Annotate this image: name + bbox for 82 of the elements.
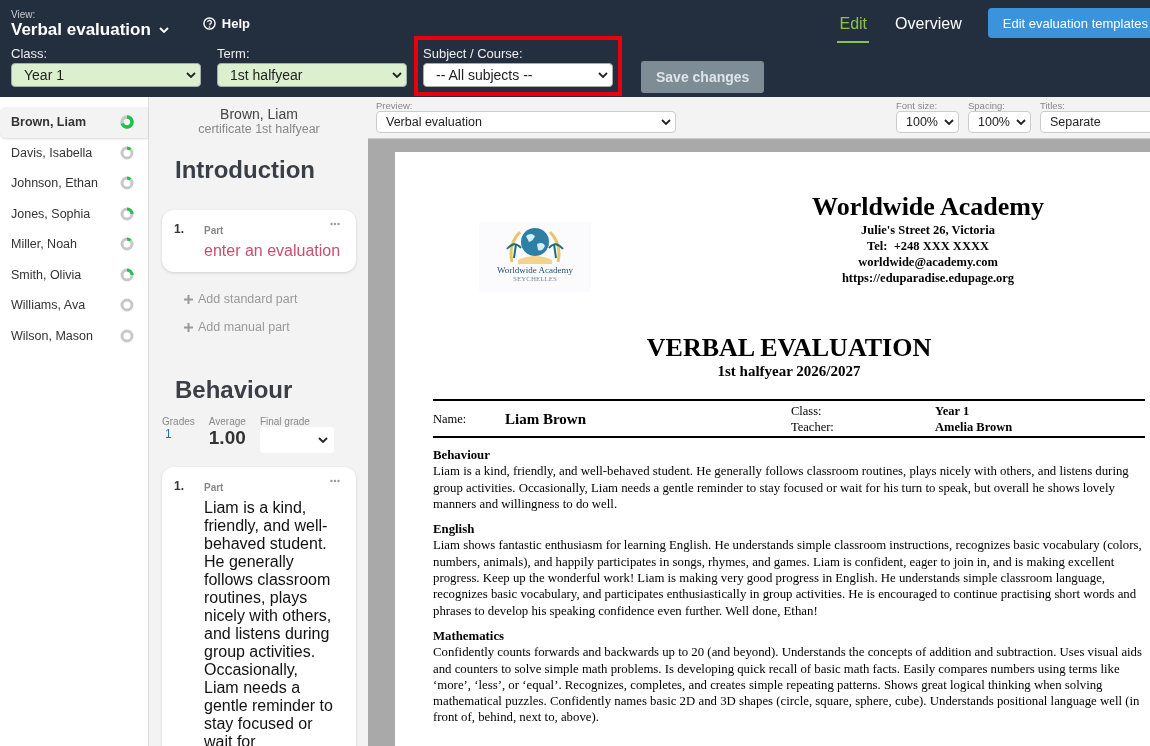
school-contact-line: worldwide@academy.com <box>858 254 998 270</box>
part-label: Part <box>204 225 225 236</box>
progress-icon <box>120 206 134 221</box>
name-label: Name: <box>433 411 468 427</box>
evaluation-paragraph: Confidently counts forwards and backwards up to 20 (and beyond). Understands the concepts of addition and subtraction. Uses visual aids and counters to solve simple math problems. Is developing quick recall of basic math facts. Easily compares numbers using terms like ‘more’, ‘less’, or ‘equal’. Recognizes, completes, and creates simple repeating patterns. Shows great logical thinking when solving mathematical puzzles. Confidently names basic 2D and 3D shapes (circle, square, sphere, cube). Understands positional language well (in front of, behind, next to, above). <box>433 644 1143 726</box>
average-value: 1.00 <box>208 427 246 449</box>
view-label: View: <box>11 10 37 20</box>
school-contact-line: Tel: +248 XXX XXXX <box>867 238 989 254</box>
evaluation-paragraph: Liam shows fantastic enthusiasm for learning English. He understands simple classroom instructions, recognizes basic vocabulary (colors, numbers, animals), and happily participates in songs, rhymes, and games. Liam is confident, eager to join in, and is making excellent progress. Keep up the wonderful work! Liam is making very good progress in English. He understands simple classroom language, recognizes basic vocabulary, and participates enthusiastically in group activities. He is encouraged to continue practising short words and phrases to develop his speaking confidence even further. Well done, Ethan! <box>433 537 1143 619</box>
spacing-select[interactable]: 100% <box>968 111 1031 133</box>
teacher-label: Teacher: <box>791 419 835 435</box>
class-value: Year 1 <box>935 403 971 419</box>
student-item[interactable]: Davis, Isabella <box>0 137 148 168</box>
help-link[interactable]: Help <box>202 15 250 31</box>
caret-icon <box>158 27 169 33</box>
filter-label: Class: <box>11 46 49 61</box>
student-item[interactable]: Smith, Olivia <box>0 259 148 290</box>
view-dropdown[interactable]: Verbal evaluation <box>11 20 169 40</box>
evaluation-paragraph: Liam is a kind, friendly, and well-behaved student. He generally follows classroom routines, plays nicely with others, and listens during group activities. Occasionally, Liam needs a gentle reminder to stay focused or wait for his turn to speak, but overall he shows lovely manners and willingness to do well. <box>433 463 1130 513</box>
filter-label: Term: <box>217 46 251 61</box>
view-tab[interactable]: Edit <box>837 9 870 43</box>
plus-icon <box>184 294 193 304</box>
more-icon[interactable] <box>330 479 340 483</box>
plus-icon <box>184 322 193 332</box>
subject-heading: Behaviour <box>433 447 491 464</box>
progress-icon <box>120 328 134 343</box>
part-number: 1. <box>174 479 185 493</box>
caret-icon <box>1016 119 1026 125</box>
school-contact-line: Julie's Street 26, Victoria <box>861 222 995 238</box>
font-size-select[interactable]: 100% <box>896 111 959 133</box>
more-icon[interactable] <box>330 222 340 226</box>
class-label: Class: <box>791 403 823 419</box>
grades-label: Grades <box>162 416 195 427</box>
titles-select[interactable]: Separate <box>1040 111 1150 133</box>
progress-icon <box>120 115 134 130</box>
progress-icon <box>120 237 134 252</box>
spacing-label: Spacing: <box>968 101 1006 111</box>
subject-heading: English <box>433 521 476 538</box>
font-size-label: Font size: <box>896 101 939 111</box>
grades-value: 1 <box>165 427 173 441</box>
part-number: 1. <box>174 222 185 236</box>
teacher-value: Amelia Brown <box>935 419 1014 435</box>
progress-icon <box>120 176 134 191</box>
student-item[interactable]: Williams, Ava <box>0 290 148 321</box>
student-name: Brown, Liam <box>219 107 299 122</box>
average-label: Average <box>208 416 246 427</box>
certificate-label: certificate 1st halfyear <box>197 122 321 137</box>
final-grade-label: Final grade <box>259 416 311 427</box>
titles-label: Titles: <box>1040 101 1066 111</box>
progress-icon <box>120 145 134 160</box>
student-item[interactable]: Jones, Sophia <box>0 198 148 229</box>
student-item[interactable]: Miller, Noah <box>0 229 148 260</box>
subject-heading: Mathematics <box>433 627 506 645</box>
preview-label: Preview: <box>376 101 414 111</box>
help-icon <box>202 16 216 30</box>
progress-icon <box>120 267 134 282</box>
section-title: Introduction <box>175 156 316 184</box>
caret-icon <box>392 72 402 78</box>
filter-select[interactable]: -- All subjects -- <box>423 63 613 87</box>
logo-text: Worldwide Academy <box>497 266 573 275</box>
caret-icon <box>317 437 328 443</box>
school-contact-line: https://eduparadise.edupage.org <box>841 270 1015 286</box>
filter-label: Subject / Course: <box>423 46 524 61</box>
student-item[interactable]: Brown, Liam <box>0 107 148 138</box>
caret-icon <box>661 119 671 125</box>
progress-icon <box>120 298 134 313</box>
document-subtitle: 1st halfyear 2026/2027 <box>716 362 862 380</box>
filter-select[interactable]: 1st halfyear <box>217 63 407 87</box>
preview-select[interactable]: Verbal evaluation <box>376 111 676 133</box>
caret-icon <box>598 72 608 78</box>
student-item[interactable]: Johnson, Ethan <box>0 168 148 199</box>
document-title: VERBAL EVALUATION <box>645 334 933 362</box>
evaluation-placeholder[interactable]: enter an evaluation <box>204 242 344 260</box>
caret-icon <box>944 119 954 125</box>
part-label: Part <box>204 482 225 493</box>
section-title: Behaviour <box>175 376 294 404</box>
filter-select[interactable]: Year 1 <box>11 63 201 87</box>
caret-icon <box>186 72 196 78</box>
student-item[interactable]: Wilson, Mason <box>0 320 148 351</box>
school-name: Worldwide Academy <box>812 192 1044 222</box>
student-full-name: Liam Brown <box>505 411 587 427</box>
view-tab[interactable]: Overview <box>893 9 964 43</box>
